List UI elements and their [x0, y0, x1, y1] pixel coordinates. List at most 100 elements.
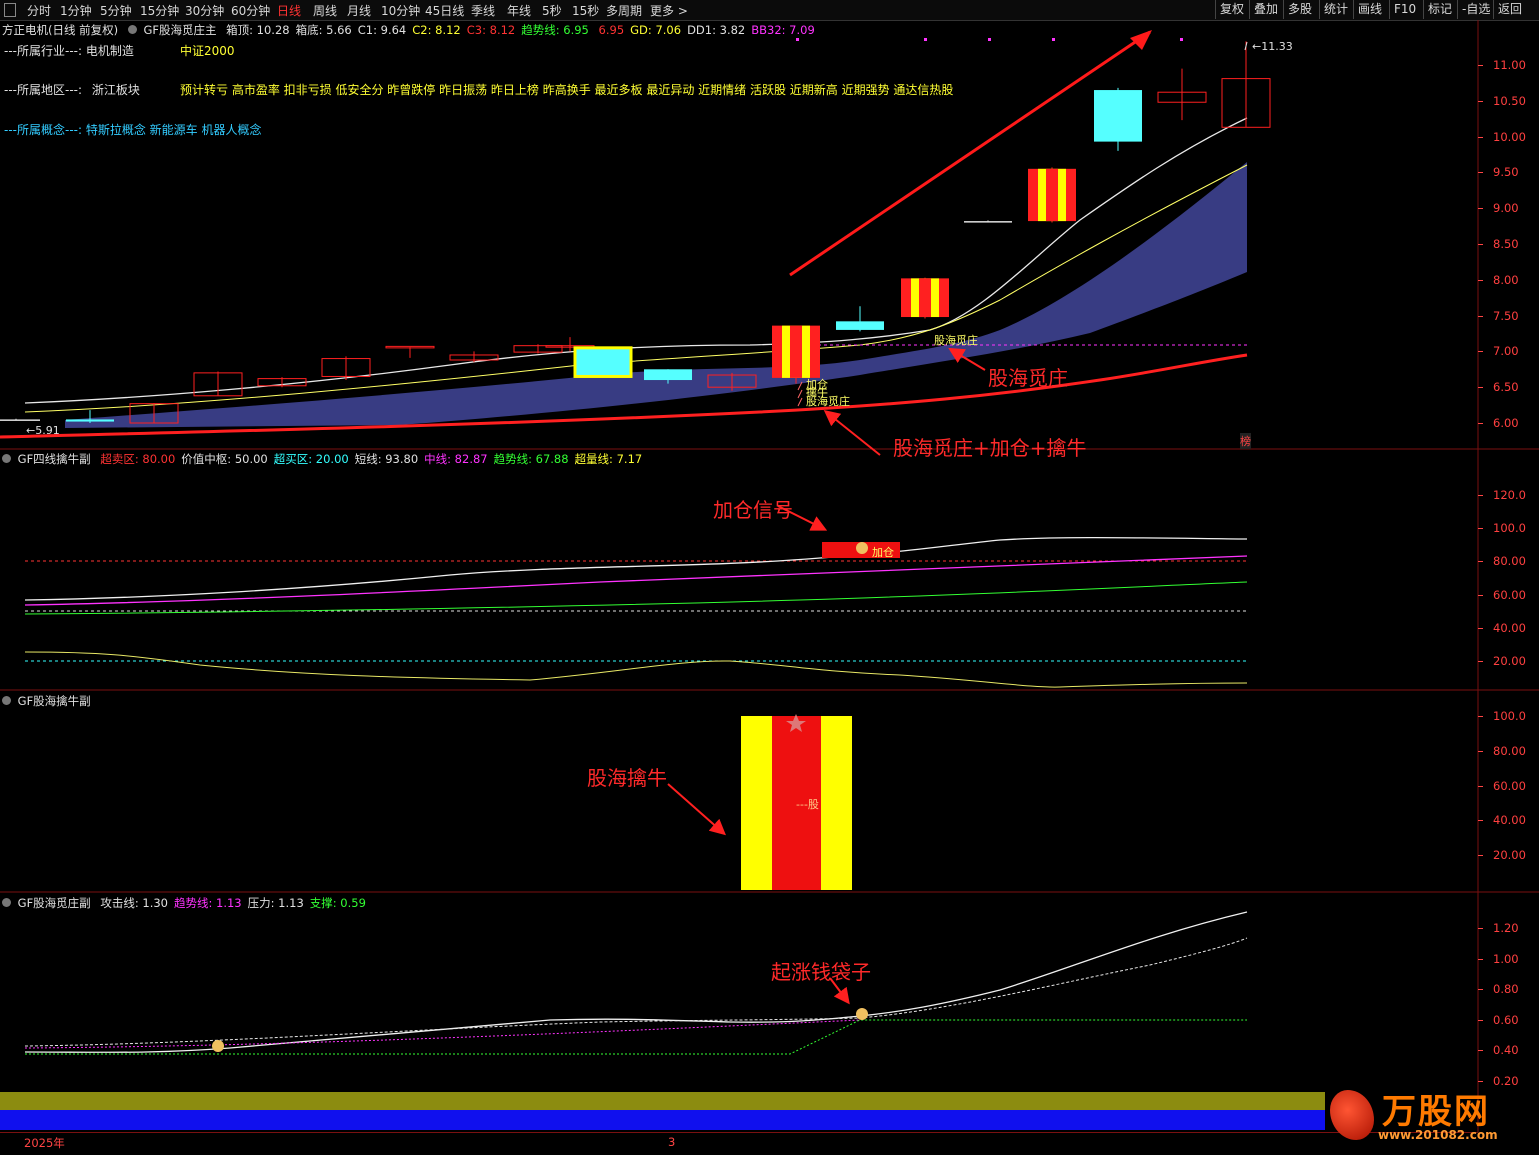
param-label: 箱底: [295, 23, 323, 37]
param-label: 超买区: [273, 452, 313, 466]
axis-tick-5: 20.00 [1493, 654, 1526, 668]
axis-tick-mark-9 [1478, 387, 1483, 389]
param-5: 趋势线: 67.88 [494, 452, 569, 466]
panel2-annot: 加仓信号 [713, 498, 793, 522]
axis-tick-4: 40.00 [1493, 620, 1526, 635]
axis-tick-mark-1 [1478, 528, 1483, 530]
param-label: 中线: [424, 452, 452, 466]
axis-tick-mark-10 [1478, 423, 1483, 424]
watermark-url: www.201082.com [1378, 1128, 1498, 1142]
param-label: 超量线: [574, 452, 613, 466]
axis-tick-mark-5 [1478, 661, 1483, 662]
p2-money-bag-icon [856, 542, 868, 554]
param-3: 支撑: 0.59 [310, 896, 366, 910]
param-value: 50.00 [231, 452, 268, 466]
low-price-label: ←5.91 [26, 424, 60, 437]
param-value: 3.82 [715, 23, 746, 37]
p4-attack-line [24, 911, 1248, 1053]
param-1: 价值中枢: 50.00 [181, 452, 267, 466]
panel2-params: 超卖区: 80.00 价值中枢: 50.00 超买区: 20.00 短线: 93.80… [94, 452, 642, 466]
panel4-params: 攻击线: 1.30 趋势线: 1.13 压力: 1.13 支撑: 0.59 [94, 896, 366, 910]
concept-label: ---所属概念---: [4, 123, 83, 137]
axis-tick-2: 60.00 [1493, 778, 1526, 793]
axis-tick-mark-7 [1478, 315, 1483, 317]
axis-tick-6: 8.00 [1493, 272, 1519, 287]
candle-body-11 [644, 369, 692, 381]
panel2-header: GF四线擒牛副 超卖区: 80.00 价值中枢: 50.00 超买区: 20.00 短… [2, 451, 642, 467]
indicator-toggle-icon[interactable] [127, 25, 137, 34]
param-label: C1: [357, 23, 377, 37]
axis-tick-mark-2 [1478, 989, 1483, 991]
candle-body-18 [1094, 90, 1142, 142]
axis-tick-mark-0 [1478, 928, 1483, 929]
param-value: 80.00 [138, 452, 176, 466]
axis-tick-3: 0.60 [1493, 1012, 1519, 1027]
watermark-bull-icon [1330, 1090, 1374, 1140]
panel2-toggle-icon[interactable] [2, 454, 11, 463]
signal-dealer-mid: 股海觅庄 [934, 334, 978, 347]
candle-body-16 [964, 221, 1012, 223]
region-value: 浙江板块 [91, 83, 140, 97]
axis-tick-mark-3 [1478, 1019, 1483, 1021]
param-label: C3: [466, 23, 486, 37]
axis-tick-mark-1 [1478, 958, 1483, 960]
time-year: 2025年 [24, 1136, 65, 1150]
panel4-title[interactable]: GF股海觅庄副 [18, 896, 91, 910]
param-6: 6.95 [595, 23, 625, 37]
param-label: DD1: [687, 23, 716, 37]
param-value: 93.80 [381, 452, 419, 466]
axis-tick-0: 100.0 [1493, 709, 1526, 723]
candle-signal-core-15 [919, 278, 931, 318]
chart-canvas [0, 20, 1539, 1132]
p4-pressure-line [24, 937, 1248, 1047]
param-2: 压力: 1.13 [248, 896, 304, 910]
axis-tick-mark-3 [1478, 172, 1483, 174]
param-label: GD: [630, 23, 652, 37]
axis-tick-10: 6.00 [1493, 416, 1519, 430]
panel3-title[interactable]: GF股海擒牛副 [18, 694, 91, 708]
panel4-toggle-icon[interactable] [2, 898, 11, 907]
candles [0, 41, 1271, 424]
high-price-label: ←11.33 [1252, 40, 1293, 53]
candle-signal-core-13 [790, 325, 802, 378]
axis-tick-mark-8 [1478, 351, 1483, 353]
axis-tick-1: 100.0 [1493, 521, 1526, 536]
p4-trend-line [24, 1019, 861, 1049]
param-value: 1.13 [212, 896, 242, 910]
p3-annot-arrow [667, 783, 726, 836]
panel2-signal: 加仓 [872, 546, 894, 559]
axis-tick-2: 80.00 [1493, 554, 1526, 569]
axis-tick-7: 7.50 [1493, 308, 1519, 323]
panel3-toggle-icon[interactable] [2, 696, 11, 705]
param-1: 趋势线: 1.13 [174, 896, 242, 910]
param-value: 9.64 [376, 23, 407, 37]
industry-label: ---所属行业---: [4, 44, 83, 58]
axis-tick-mark-4 [1478, 855, 1483, 857]
panel3-header: GF股海擒牛副 [2, 693, 91, 709]
param-4: C3: 8.12 [467, 23, 516, 37]
region-row: ---所属地区---: 浙江板块 [4, 81, 140, 98]
trend-arrow-head [1130, 30, 1152, 50]
param-4: 中线: 82.87 [424, 452, 487, 466]
axis-tick-1: 80.00 [1493, 743, 1526, 758]
axis-tick-4: 20.00 [1493, 848, 1526, 863]
param-label: 价值中枢: [181, 452, 232, 466]
param-7: GD: 7.06 [630, 23, 681, 37]
bang-badge[interactable]: 榜 [1240, 433, 1251, 449]
param-9: BB32: 7.09 [751, 23, 815, 37]
param-label: 趋势线: [493, 452, 532, 466]
index-value: 中证2000 [180, 44, 235, 58]
param-value: 82.87 [451, 452, 488, 466]
panel2-title[interactable]: GF四线擒牛副 [18, 452, 91, 466]
signal-dealer-low: 股海觅庄 [806, 395, 850, 408]
concept-value: 特斯拉概念 新能源车 机器人概念 [85, 123, 262, 137]
p2-volume-line [24, 651, 1248, 688]
axis-tick-0: 1.20 [1493, 921, 1519, 935]
main-indicator-name[interactable]: GF股海觅庄主 [143, 23, 216, 37]
param-label: 超卖区: [100, 452, 139, 466]
annot-combo: 股海觅庄+加仓+擒牛 [893, 436, 1087, 460]
time-month: 3 [668, 1135, 676, 1149]
param-label: 箱顶: [226, 23, 254, 37]
stock-title[interactable]: 方正电机(日线 前复权) [2, 23, 118, 37]
param-value: 7.17 [612, 452, 643, 466]
